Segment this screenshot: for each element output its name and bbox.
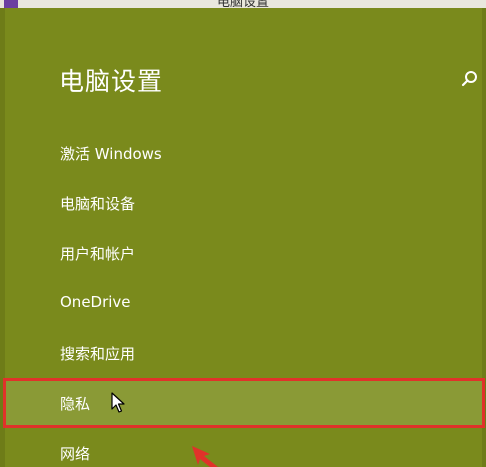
menu-item-accounts[interactable]: 用户和帐户 [0,228,486,278]
page-title: 电脑设置 [59,67,164,96]
menu-item-label: 用户和帐户 [60,245,136,263]
title-bar: 电脑设置 [0,0,486,8]
menu-item-label: 激活 Windows [60,145,162,163]
menu-item-privacy[interactable]: 隐私 [3,378,485,428]
menu-item-network[interactable]: 网络 [0,428,486,467]
menu-item-pc-and-devices[interactable]: 电脑和设备 [0,178,486,228]
menu-item-label: OneDrive [60,293,131,311]
search-icon [461,71,477,87]
menu-item-search-and-apps[interactable]: 搜索和应用 [0,328,486,378]
menu-item-label: 隐私 [60,395,91,413]
menu-item-label: 搜索和应用 [60,345,136,363]
menu-item-label: 网络 [60,445,91,463]
window-title: 电脑设置 [216,0,269,8]
search-button[interactable] [460,68,480,90]
settings-menu: 激活 Windows 电脑和设备 用户和帐户 OneDrive 搜索和应用 隐私… [0,128,486,467]
red-arrow-annotation [192,446,218,467]
menu-item-onedrive[interactable]: OneDrive [0,278,486,328]
settings-window: 电脑设置 电脑设置 激活 Windows 电脑和设备 用户和帐户 OneDriv… [0,0,486,467]
menu-item-label: 电脑和设备 [60,195,136,213]
menu-item-activate-windows[interactable]: 激活 Windows [0,128,486,178]
mouse-cursor [111,392,125,413]
